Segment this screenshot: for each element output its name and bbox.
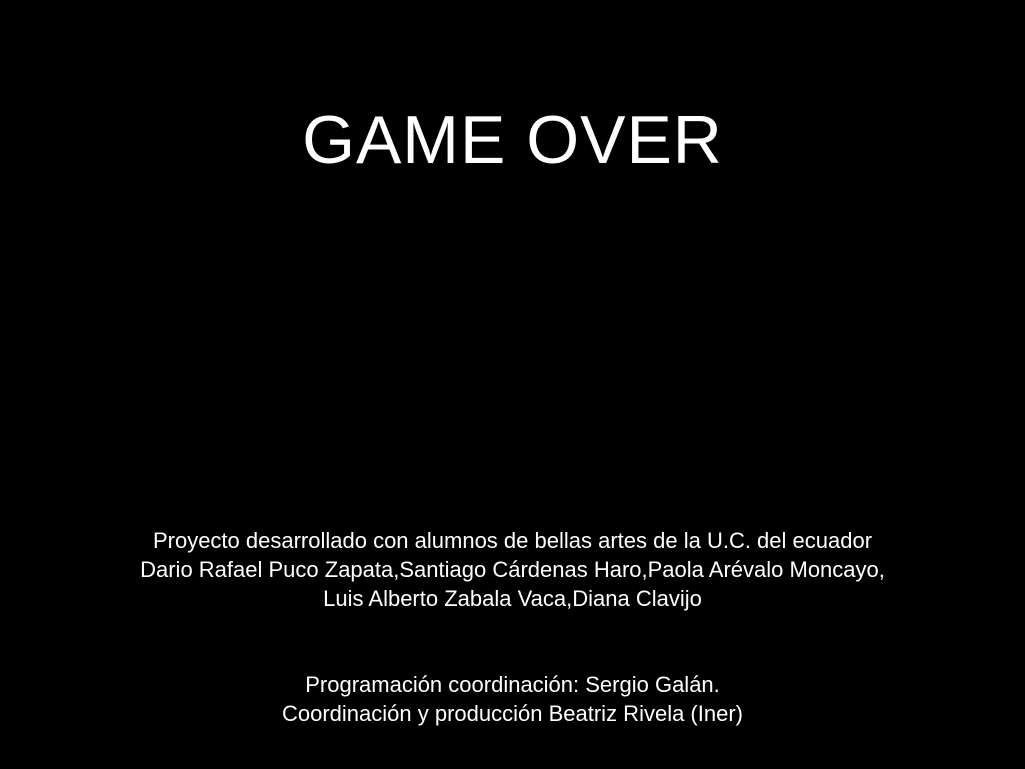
- credits-line-students-2: Luis Alberto Zabala Vaca,Diana Clavijo: [323, 586, 702, 611]
- game-over-title: GAME OVER: [302, 102, 723, 178]
- staff-line-production: Coordinación y producción Beatriz Rivela…: [282, 701, 743, 726]
- project-credits: Proyecto desarrollado con alumnos de bel…: [0, 526, 1025, 613]
- credits-line-project: Proyecto desarrollado con alumnos de bel…: [152, 528, 873, 553]
- credits-line-students-1: Dario Rafael Puco Zapata,Santiago Cárden…: [140, 557, 885, 582]
- staff-line-programming: Programación coordinación: Sergio Galán.: [305, 672, 720, 697]
- game-over-screen: GAME OVER Proyecto desarrollado con alum…: [0, 0, 1025, 769]
- staff-credits: Programación coordinación: Sergio Galán.…: [0, 670, 1025, 728]
